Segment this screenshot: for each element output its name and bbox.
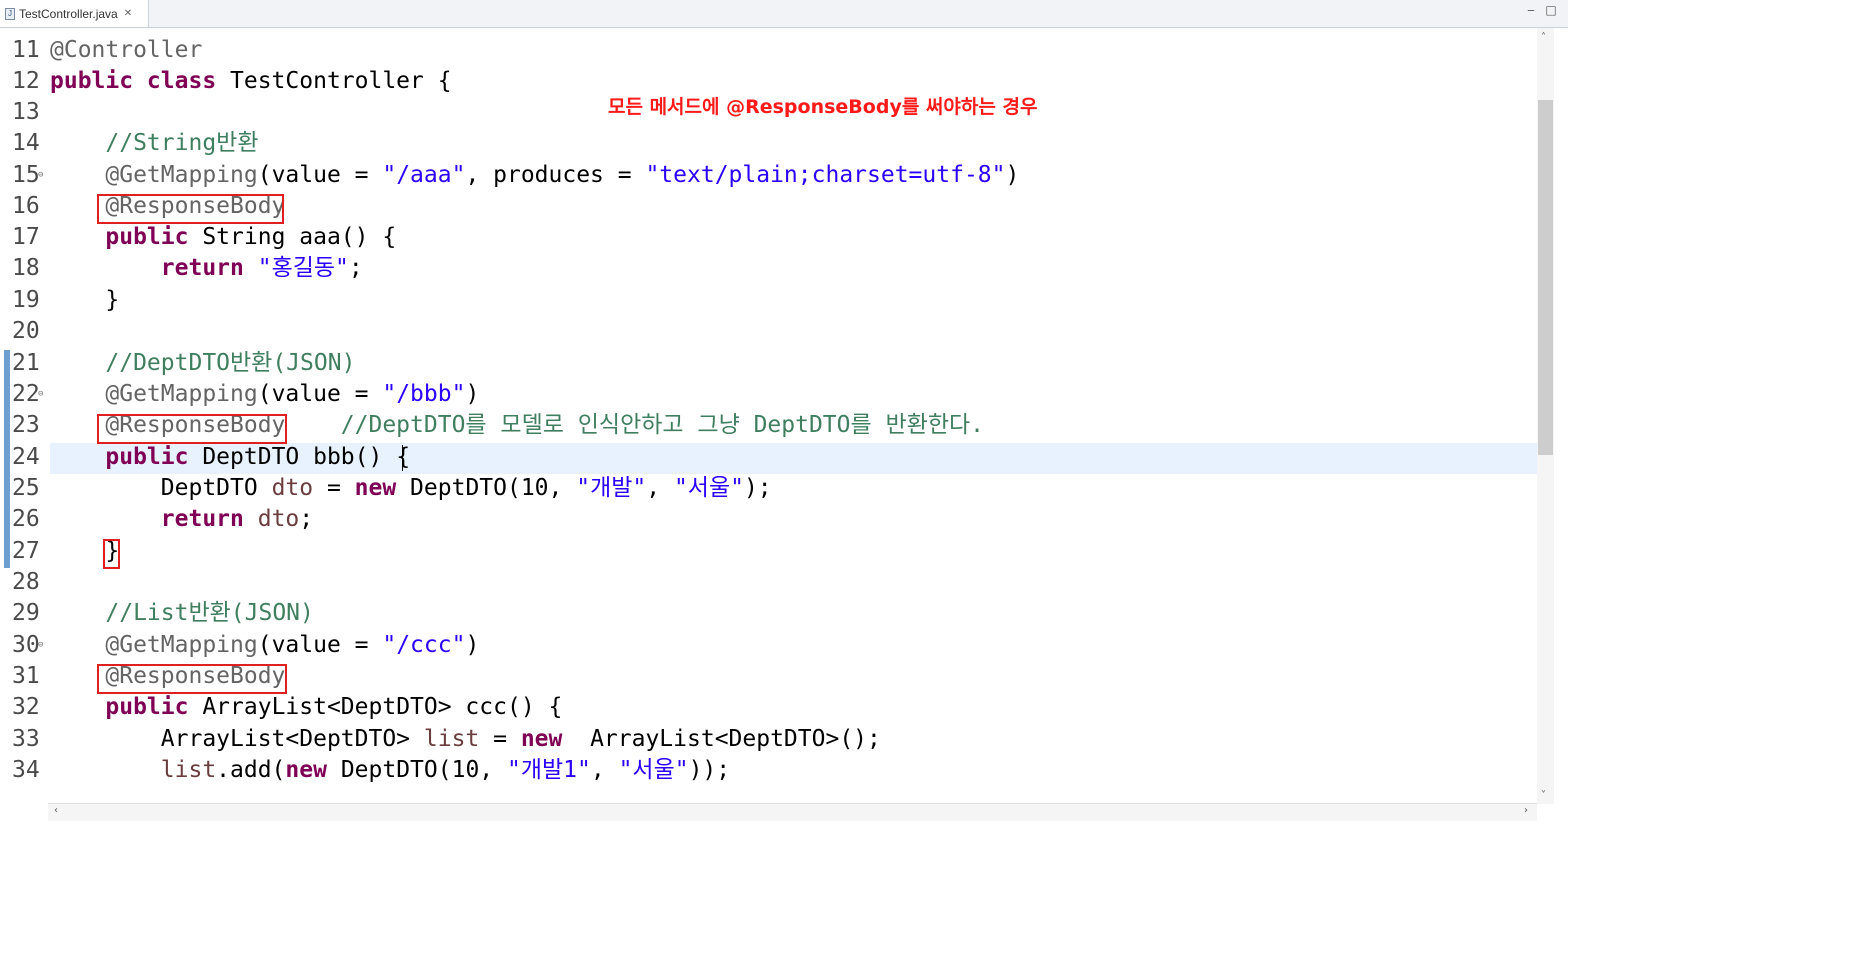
maximize-icon[interactable]: □ [1543,3,1559,17]
code-line-17: public String aaa() { [105,224,397,250]
line-number: 16 [12,193,40,219]
scroll-up-icon[interactable]: ˄ [1541,32,1546,43]
code-line-15: @GetMapping(value = "/aaa", produces = "… [105,162,1020,188]
code-line-24: public DeptDTO bbb() { [105,444,411,470]
highlight-box [103,539,120,569]
java-file-icon: J [5,7,15,20]
code-line-22: @GetMapping(value = "/bbb") [105,381,480,407]
line-number: 19 [12,287,40,313]
fold-icon[interactable]: ⊖ [38,389,43,399]
code-line-11: @Controller [50,37,203,63]
line-number: 34 [12,757,40,783]
fold-icon[interactable]: ⊖ [38,170,43,180]
code-line-32: public ArrayList<DeptDTO> ccc() { [105,694,563,720]
annotation-note: 모든 메서드에 @ResponseBody를 써야하는 경우 [608,96,1038,118]
code-line-29: //List반환(JSON) [105,600,314,626]
code-line-34: list.add(new DeptDTO(10, "개발1", "서울")); [160,757,731,783]
editor-tab-bar: J TestController.java ✕ ‒ □ [0,0,1568,28]
line-number: 31 [12,663,40,689]
highlight-box [97,664,287,694]
line-number: 13 [12,99,40,125]
scroll-left-icon[interactable]: ‹ [54,805,58,816]
code-line-33: ArrayList<DeptDTO> list = new ArrayList<… [160,726,881,752]
line-number: 25 [12,475,40,501]
change-marker [4,350,10,568]
horizontal-scrollbar[interactable] [48,803,1537,821]
line-number: 11 [12,37,40,63]
line-number: 27 [12,538,40,564]
fold-icon[interactable]: ⊖ [38,640,43,650]
tab-testcontroller[interactable]: J TestController.java ✕ [0,0,149,27]
tab-label: TestController.java [19,6,118,21]
code-line-19: } [105,287,120,313]
code-line-21: //DeptDTO반환(JSON) [105,350,356,376]
highlight-box [97,194,284,224]
line-number: 24 [12,444,40,470]
line-number: 21 [12,350,40,376]
code-line-18: return "홍길동"; [160,255,363,281]
line-number: 29 [12,600,40,626]
close-icon[interactable]: ✕ [124,8,132,19]
scroll-down-icon[interactable]: ˅ [1541,790,1546,801]
scroll-right-icon[interactable]: › [1524,805,1528,816]
line-number: 18 [12,255,40,281]
line-number: 32 [12,694,40,720]
line-number: 23 [12,412,40,438]
highlight-box [97,414,287,444]
line-number: 14 [12,130,40,156]
code-line-26: return dto; [160,506,314,532]
line-number: 20 [12,318,40,344]
text-caret [402,445,403,471]
vertical-scroll-thumb[interactable] [1538,100,1553,455]
code-line-30: @GetMapping(value = "/ccc") [105,632,480,658]
line-number: 17 [12,224,40,250]
line-number: 33 [12,726,40,752]
line-number: 12 [12,68,40,94]
code-line-12: public class TestController { [50,68,452,94]
line-number: 28 [12,569,40,595]
line-number: 26 [12,506,40,532]
code-line-25: DeptDTO dto = new DeptDTO(10, "개발", "서울"… [160,475,772,501]
minimize-icon[interactable]: ‒ [1523,3,1539,17]
code-editor[interactable]: 11 12 13 14 15 16 17 18 19 20 21 22 23 24 25 26 27 28 29 30… [0,28,1537,803]
code-line-14: //String반환 [105,130,259,156]
